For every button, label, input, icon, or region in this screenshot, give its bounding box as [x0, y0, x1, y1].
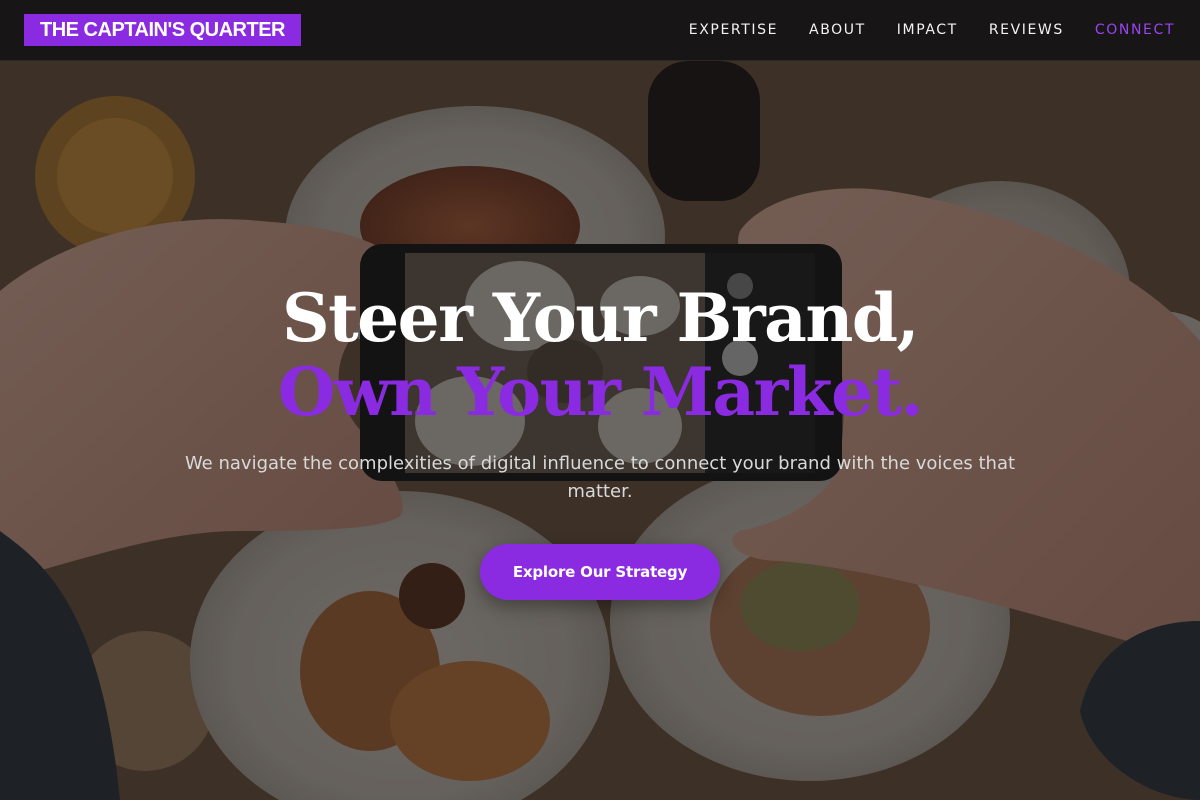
- brand-logo[interactable]: THE CAPTAIN'S QUARTER: [24, 14, 301, 46]
- site-header: THE CAPTAIN'S QUARTER EXPERTISE ABOUT IM…: [0, 0, 1200, 61]
- nav-link-reviews[interactable]: REVIEWS: [989, 20, 1064, 40]
- hero-headline-line1: Steer Your Brand,: [282, 279, 919, 357]
- nav-link-expertise[interactable]: EXPERTISE: [689, 20, 778, 40]
- nav-link-about[interactable]: ABOUT: [809, 20, 866, 40]
- hero-section: Steer Your Brand, Own Your Market. We na…: [0, 61, 1200, 800]
- nav-link-connect[interactable]: CONNECT: [1095, 20, 1175, 40]
- nav-link-impact[interactable]: IMPACT: [897, 20, 958, 40]
- explore-strategy-button[interactable]: Explore Our Strategy: [480, 544, 720, 600]
- hero-headline-line2: Own Your Market.: [277, 353, 924, 431]
- main-nav: EXPERTISE ABOUT IMPACT REVIEWS CONNECT: [658, 20, 1175, 40]
- hero-content: Steer Your Brand, Own Your Market. We na…: [0, 61, 1200, 800]
- hero-subtitle: We navigate the complexities of digital …: [184, 453, 1016, 502]
